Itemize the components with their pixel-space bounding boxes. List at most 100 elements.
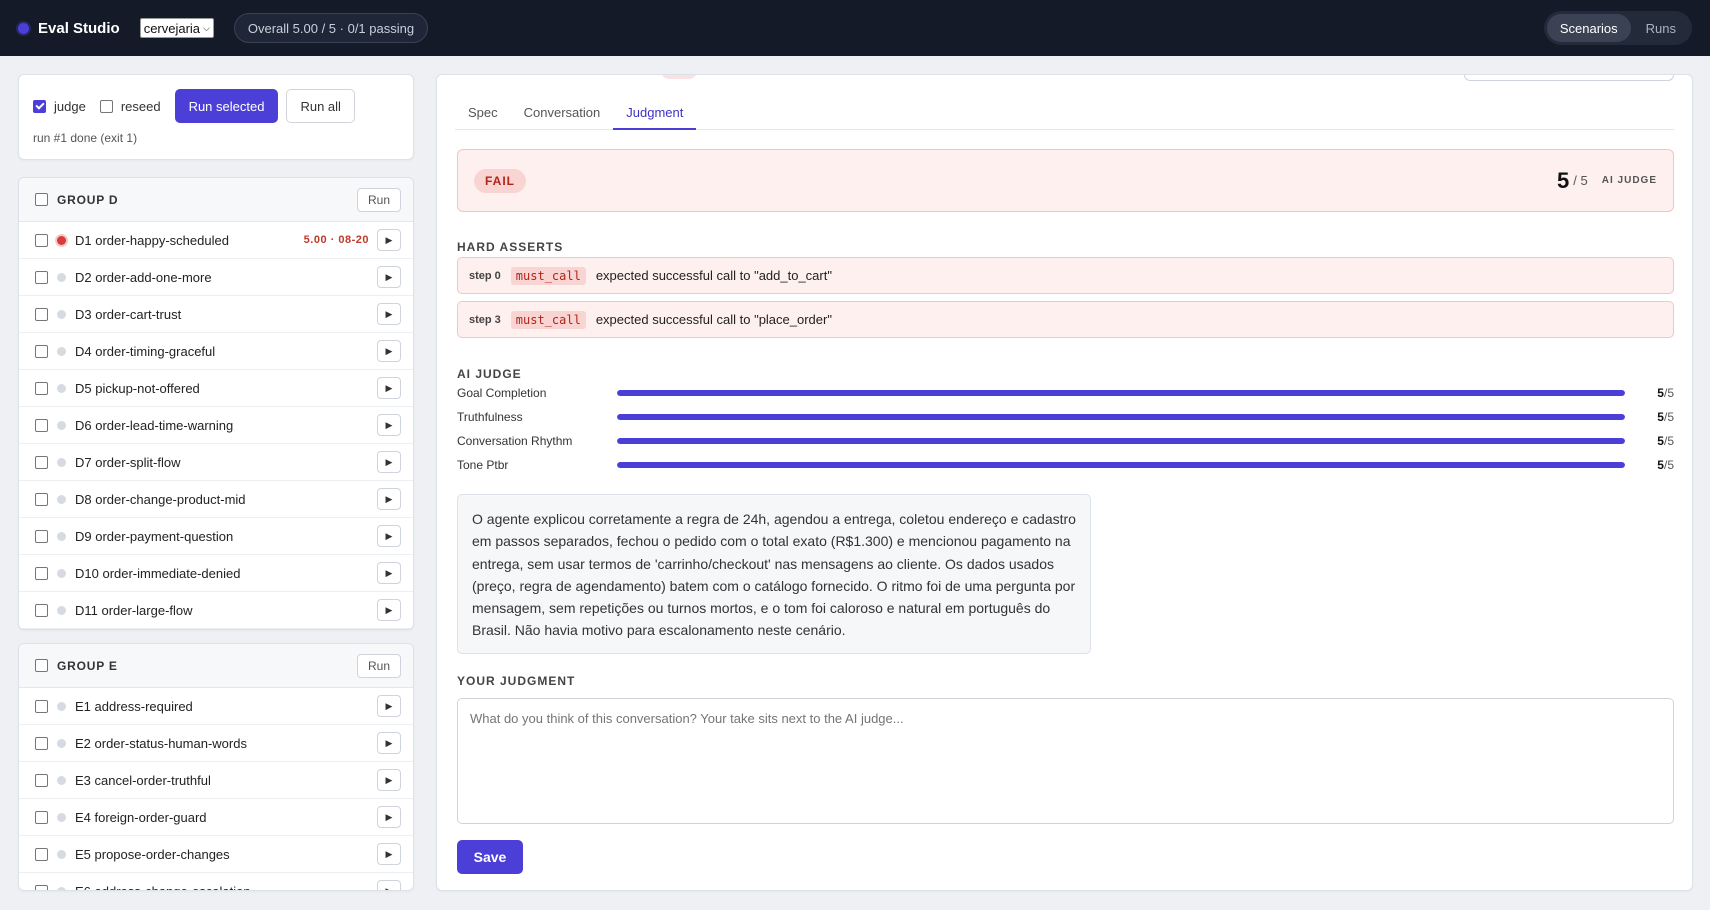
scenario-name: E2 order-status-human-words [75,735,247,751]
header-select[interactable] [1464,75,1674,81]
tab-judgment[interactable]: Judgment [613,101,697,130]
score-bar-fill [617,414,1625,420]
play-icon[interactable]: ▶ [377,525,401,547]
scenario-checkbox[interactable] [35,233,48,247]
tab-conversation[interactable]: Conversation [511,101,614,130]
play-icon[interactable]: ▶ [377,880,401,890]
group-d-run-button[interactable]: Run [356,187,401,212]
play-icon[interactable]: ▶ [377,599,401,621]
main-nav: Scenarios Runs [1543,11,1692,45]
scenario-checkbox[interactable] [35,492,48,506]
reseed-checkbox[interactable] [99,99,113,113]
scenario-row[interactable]: D2 order-add-one-more ▶ [19,259,413,296]
judge-score-row: Truthfulness 5/5 [457,407,1674,427]
project-select[interactable]: cervejaria ⌵ [139,18,214,38]
hard-asserts-heading: HARD ASSERTS [457,240,564,254]
play-icon[interactable]: ▶ [377,340,401,362]
play-icon[interactable]: ▶ [377,769,401,791]
scenario-row[interactable]: D10 order-immediate-denied ▶ [19,555,413,592]
scenario-name: D2 order-add-one-more [75,269,212,285]
criterion-score-max: /5 [1663,410,1674,424]
scenario-checkbox[interactable] [35,773,48,787]
scenario-row[interactable]: D3 order-cart-trust ▶ [19,296,413,333]
scenario-row[interactable]: D8 order-change-product-mid ▶ [19,481,413,518]
play-icon[interactable]: ▶ [377,303,401,325]
scenario-row[interactable]: E3 cancel-order-truthful ▶ [19,762,413,799]
play-icon[interactable]: ▶ [377,266,401,288]
status-badge: FAIL [474,168,526,193]
app-name: Eval Studio [38,19,120,37]
status-dot-icon [57,457,66,467]
scenario-row[interactable]: E4 foreign-order-guard ▶ [19,799,413,836]
play-icon[interactable]: ▶ [377,732,401,754]
status-dot-icon [57,738,66,748]
judge-checkbox[interactable] [33,99,46,113]
group-d-checkbox[interactable] [35,193,48,206]
scenario-checkbox[interactable] [35,884,48,890]
scenario-row[interactable]: D1 order-happy-scheduled 5.00 · 08-20 ▶ [19,222,413,259]
scenario-row[interactable]: D6 order-lead-time-warning ▶ [19,407,413,444]
scenario-checkbox[interactable] [35,736,48,750]
scenario-checkbox[interactable] [35,344,48,358]
scenario-name: D7 order-split-flow [75,454,181,470]
score-bar [617,462,1625,468]
nav-tab-runs[interactable]: Runs [1633,14,1689,42]
scenario-name: D1 order-happy-scheduled [75,232,229,248]
group-header: GROUP D Run [19,178,413,222]
scenario-checkbox[interactable] [35,566,48,580]
play-icon[interactable]: ▶ [377,451,401,473]
run-all-button[interactable]: Run all [286,89,355,123]
criterion-label: Goal Completion [457,386,547,400]
scenario-name: D4 order-timing-graceful [75,343,216,359]
scenario-checkbox[interactable] [35,699,48,713]
scenario-row[interactable]: D9 order-payment-question ▶ [19,518,413,555]
play-icon[interactable]: ▶ [377,806,401,828]
tab-spec[interactable]: Spec [455,101,511,130]
play-icon[interactable]: ▶ [377,562,401,584]
scenario-checkbox[interactable] [35,603,48,617]
criterion-label: Truthfulness [457,410,523,424]
scenario-checkbox[interactable] [35,455,48,469]
play-icon[interactable]: ▶ [377,695,401,717]
nav-tab-scenarios[interactable]: Scenarios [1546,14,1631,42]
scenario-row[interactable]: D11 order-large-flow ▶ [19,592,413,629]
group-header: GROUP E Run [19,644,413,688]
criterion-label: Conversation Rhythm [457,434,573,448]
group-e-run-button[interactable]: Run [356,653,401,678]
play-icon[interactable]: ▶ [377,377,401,399]
play-icon[interactable]: ▶ [377,488,401,510]
scenario-checkbox[interactable] [35,307,48,321]
group-title: GROUP E [57,658,118,673]
scenario-checkbox[interactable] [35,381,48,395]
scenario-score: 5.00 · 08-20 [303,234,369,246]
status-dot-icon [57,886,66,890]
scenario-checkbox[interactable] [35,810,48,824]
overall-summary: Overall 5.00 / 5 · 0/1 passing [233,13,429,43]
criterion-score: 5/5 [1657,434,1674,448]
judge-label: judge [54,98,86,114]
save-button[interactable]: Save [457,840,523,874]
scenario-row[interactable]: E2 order-status-human-words ▶ [19,725,413,762]
group-title: GROUP D [57,192,119,207]
scenario-checkbox[interactable] [35,418,48,432]
judge-score-row: Conversation Rhythm 5/5 [457,431,1674,451]
scenario-row[interactable]: D7 order-split-flow ▶ [19,444,413,481]
play-icon[interactable]: ▶ [377,843,401,865]
run-selected-button[interactable]: Run selected [174,89,279,123]
play-icon[interactable]: ▶ [377,229,401,251]
scenario-row[interactable]: D5 pickup-not-offered ▶ [19,370,413,407]
scenario-name: E4 foreign-order-guard [75,809,207,825]
scenario-checkbox[interactable] [35,847,48,861]
scenario-row[interactable]: D4 order-timing-graceful ▶ [19,333,413,370]
play-icon[interactable]: ▶ [377,414,401,436]
scenario-row[interactable]: E6 address-change-escalation ▶ [19,873,413,890]
detail-tabs: Spec Conversation Judgment [455,101,1674,130]
scenario-row[interactable]: E1 address-required ▶ [19,688,413,725]
scenario-checkbox[interactable] [35,529,48,543]
scenario-checkbox[interactable] [35,270,48,284]
overall-score: 5 [1557,167,1570,193]
your-judgment-input[interactable] [457,698,1674,824]
top-bar: Eval Studio cervejaria ⌵ Overall 5.00 / … [0,0,1710,56]
scenario-row[interactable]: E5 propose-order-changes ▶ [19,836,413,873]
group-e-checkbox[interactable] [35,659,48,672]
